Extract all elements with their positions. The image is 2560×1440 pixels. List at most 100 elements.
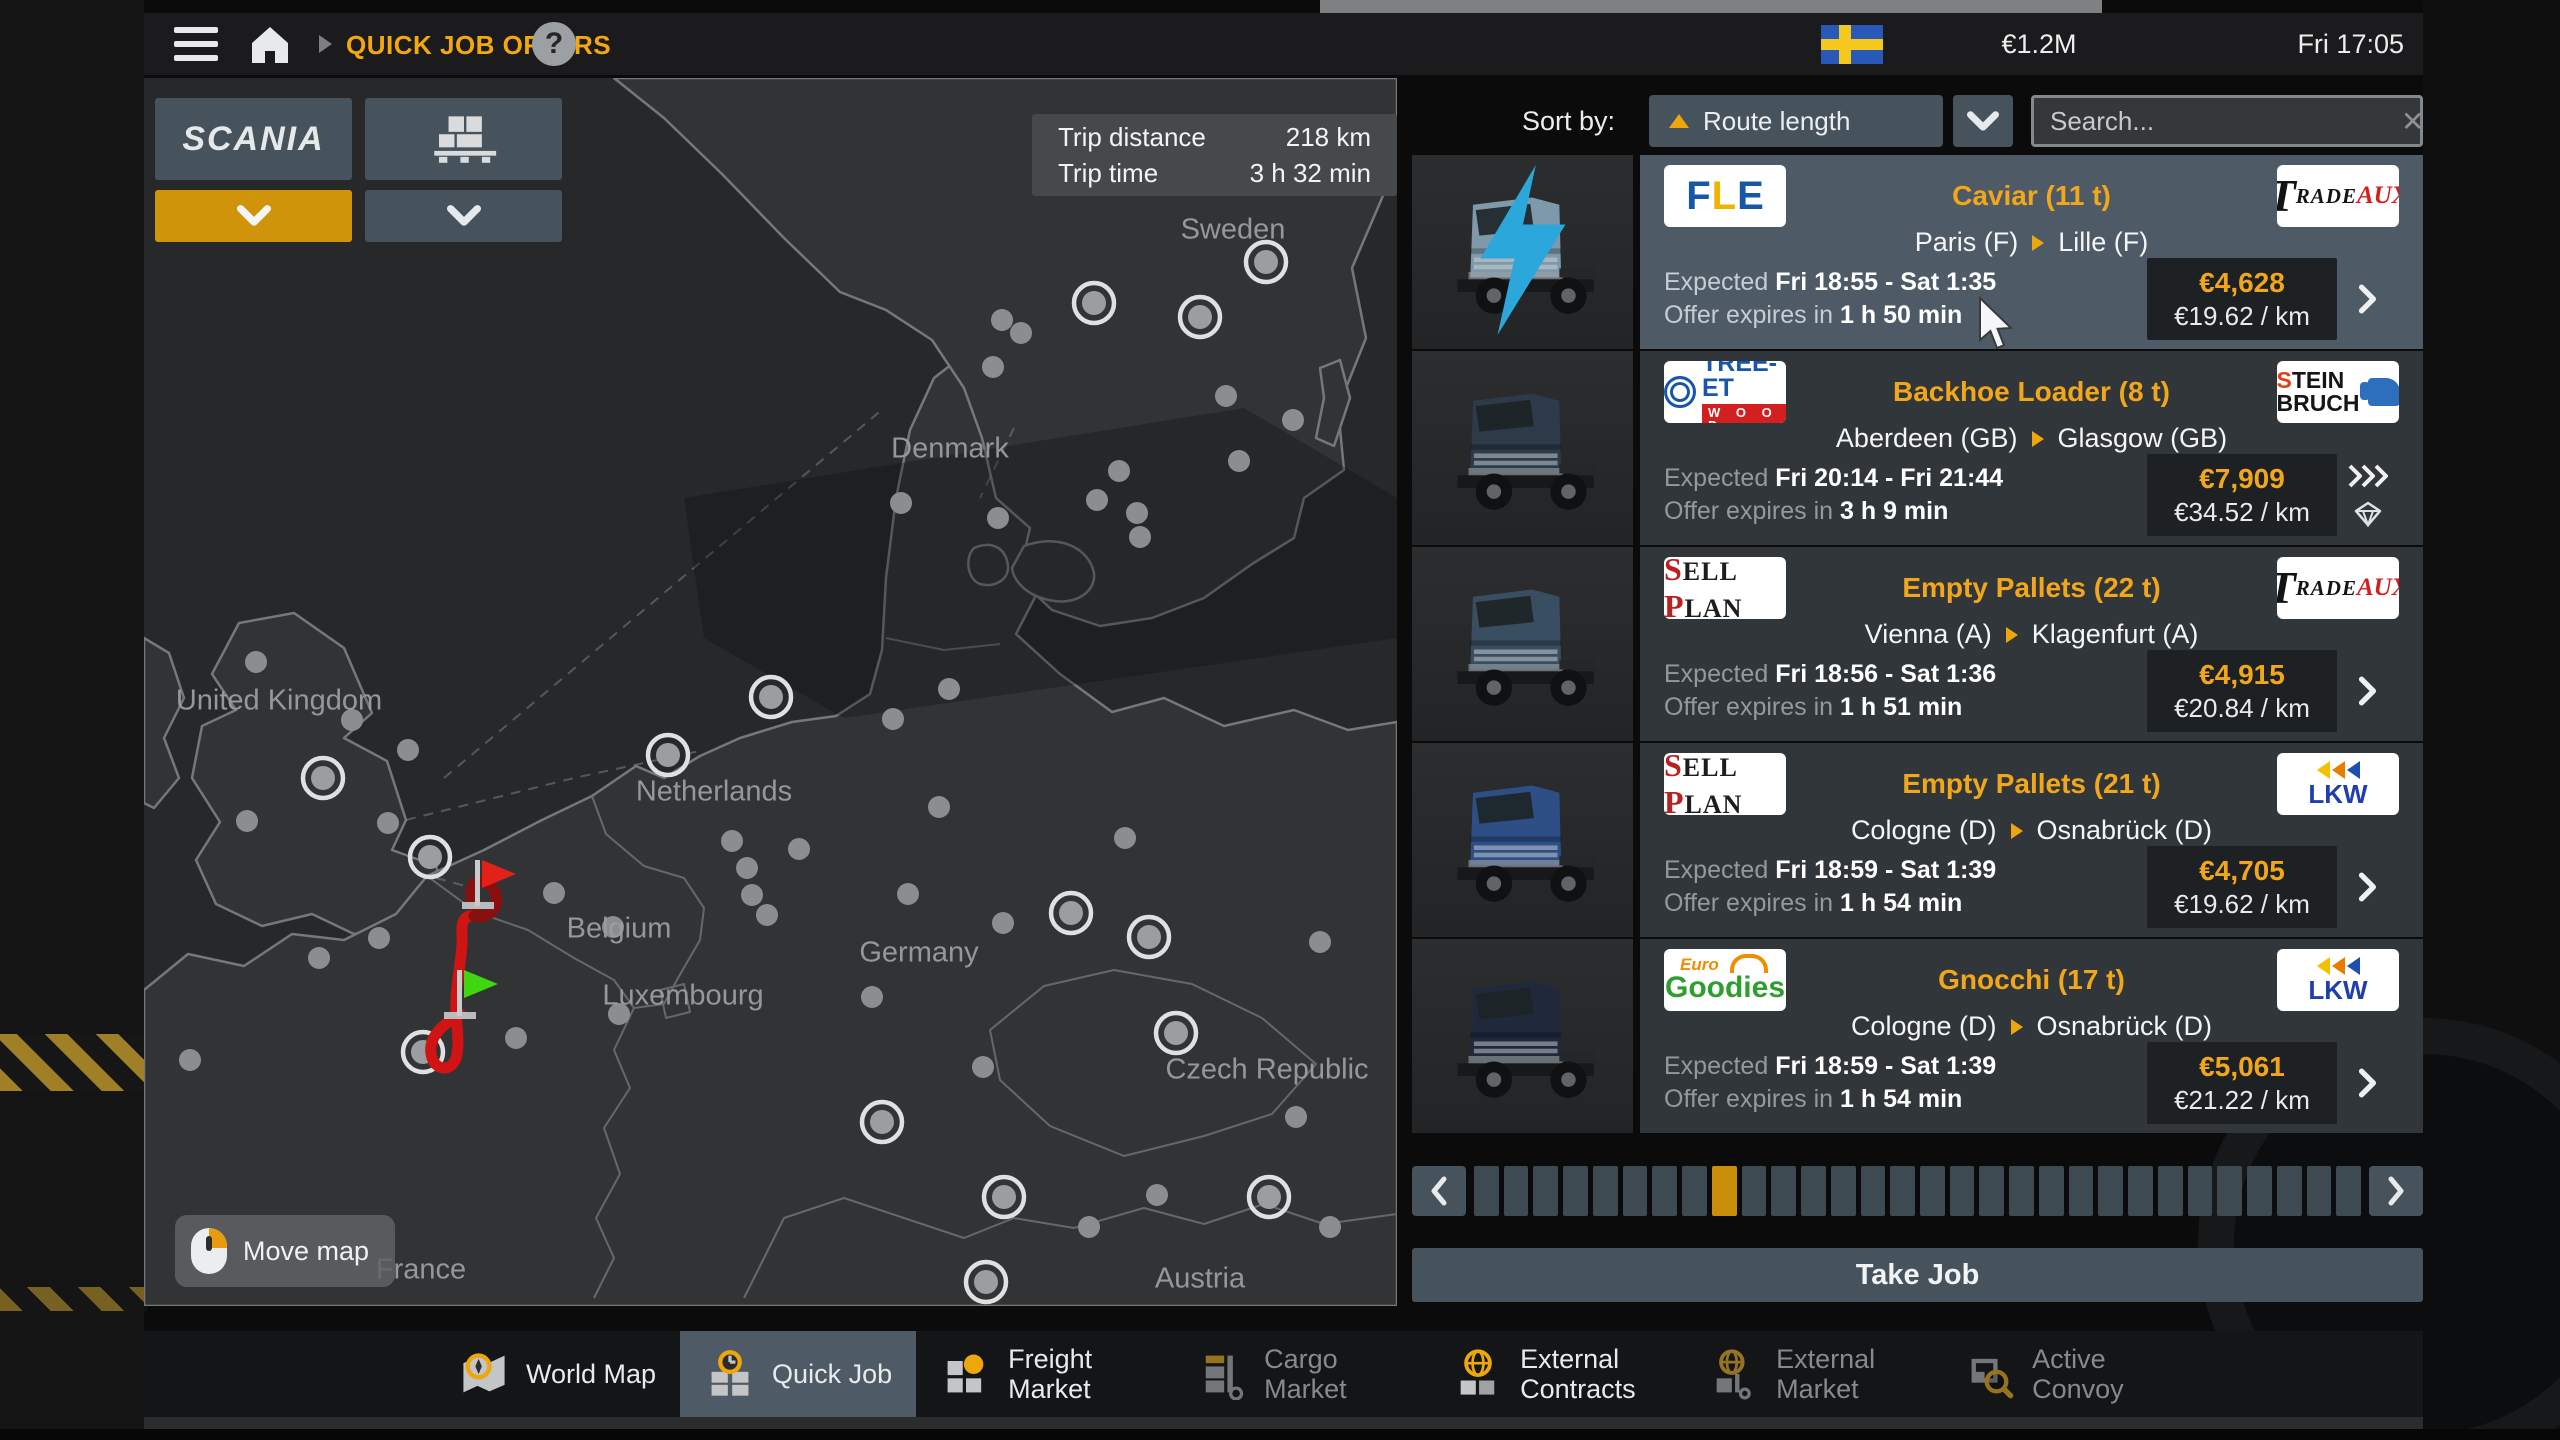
page-segment-active[interactable] xyxy=(1712,1166,1737,1216)
city-marker[interactable] xyxy=(656,743,680,767)
truck-dropdown-button[interactable] xyxy=(155,190,352,242)
page-segment[interactable] xyxy=(1861,1166,1886,1216)
city-marker[interactable] xyxy=(245,651,267,673)
city-marker[interactable] xyxy=(1078,1216,1100,1238)
job-offer-row[interactable]: SELL PLAN Empty Pallets (21 t) LKW Colog… xyxy=(1412,743,2423,937)
page-segment[interactable] xyxy=(1533,1166,1558,1216)
city-marker[interactable] xyxy=(1010,322,1032,344)
page-segment[interactable] xyxy=(1890,1166,1915,1216)
city-marker[interactable] xyxy=(991,309,1013,331)
city-marker[interactable] xyxy=(308,947,330,969)
city-marker[interactable] xyxy=(890,492,912,514)
city-marker[interactable] xyxy=(1164,1021,1188,1045)
page-segment[interactable] xyxy=(1979,1166,2004,1216)
offer-arrow-column[interactable] xyxy=(2337,463,2399,527)
page-segment[interactable] xyxy=(1593,1166,1618,1216)
city-marker[interactable] xyxy=(1114,827,1136,849)
city-marker[interactable] xyxy=(1086,489,1108,511)
nav-tab-world-map[interactable]: World Map xyxy=(434,1331,680,1417)
nav-tab-external-market[interactable]: External Market xyxy=(1684,1331,1940,1417)
city-marker[interactable] xyxy=(870,1110,894,1134)
page-segment[interactable] xyxy=(2098,1166,2123,1216)
city-marker[interactable] xyxy=(1309,931,1331,953)
city-marker[interactable] xyxy=(736,857,758,879)
city-marker[interactable] xyxy=(972,1056,994,1078)
nav-tab-external-contracts[interactable]: External Contracts xyxy=(1428,1331,1684,1417)
sort-dropdown-chevron-button[interactable] xyxy=(1953,95,2013,147)
clear-search-icon[interactable]: ✕ xyxy=(2401,105,2424,138)
city-marker[interactable] xyxy=(505,1027,527,1049)
city-marker[interactable] xyxy=(236,810,258,832)
city-marker[interactable] xyxy=(1319,1216,1341,1238)
city-marker[interactable] xyxy=(721,830,743,852)
page-segment[interactable] xyxy=(2039,1166,2064,1216)
page-segment[interactable] xyxy=(2188,1166,2213,1216)
city-marker[interactable] xyxy=(1129,526,1151,548)
trailer-selector-button[interactable] xyxy=(365,98,562,180)
prev-page-button[interactable] xyxy=(1412,1166,1466,1216)
city-marker[interactable] xyxy=(759,685,783,709)
help-icon[interactable] xyxy=(532,22,576,66)
job-offer-row[interactable]: TREE-ETW O O D Backhoe Loader (8 t) STEI… xyxy=(1412,351,2423,545)
page-segment[interactable] xyxy=(1742,1166,1767,1216)
city-marker[interactable] xyxy=(1285,1106,1307,1128)
city-marker[interactable] xyxy=(1215,385,1237,407)
city-marker[interactable] xyxy=(1082,291,1106,315)
job-offer-row[interactable]: SELL PLAN Empty Pallets (22 t) TRADEAUX … xyxy=(1412,547,2423,741)
city-marker[interactable] xyxy=(368,927,390,949)
page-segment[interactable] xyxy=(2277,1166,2302,1216)
city-marker[interactable] xyxy=(861,986,883,1008)
city-marker[interactable] xyxy=(397,739,419,761)
offer-arrow-column[interactable] xyxy=(2337,676,2399,706)
truck-selector-button[interactable]: SCANIA xyxy=(155,98,352,180)
page-segment[interactable] xyxy=(1920,1166,1945,1216)
city-marker[interactable] xyxy=(1257,1185,1281,1209)
next-page-button[interactable] xyxy=(2369,1166,2423,1216)
city-marker[interactable] xyxy=(982,356,1004,378)
page-segment[interactable] xyxy=(1801,1166,1826,1216)
city-marker[interactable] xyxy=(1146,1184,1168,1206)
city-marker[interactable] xyxy=(992,912,1014,934)
city-marker[interactable] xyxy=(377,812,399,834)
page-segment[interactable] xyxy=(2247,1166,2272,1216)
city-marker[interactable] xyxy=(1126,502,1148,524)
city-marker[interactable] xyxy=(543,882,565,904)
city-marker[interactable] xyxy=(992,1185,1016,1209)
city-marker[interactable] xyxy=(311,766,335,790)
page-segment[interactable] xyxy=(1623,1166,1648,1216)
page-segment[interactable] xyxy=(1474,1166,1499,1216)
city-marker[interactable] xyxy=(1108,460,1130,482)
page-segment[interactable] xyxy=(2307,1166,2332,1216)
sort-dropdown[interactable]: Route length xyxy=(1649,95,1943,147)
city-marker[interactable] xyxy=(974,1270,998,1294)
nav-tab-active-convoy[interactable]: Active Convoy xyxy=(1940,1331,2196,1417)
city-marker[interactable] xyxy=(418,845,442,869)
page-segment[interactable] xyxy=(2217,1166,2242,1216)
page-segment[interactable] xyxy=(1831,1166,1856,1216)
job-offer-row[interactable]: FLE Caviar (11 t) TRADEAUX Paris (F) Lil… xyxy=(1412,155,2423,349)
page-segment[interactable] xyxy=(2128,1166,2153,1216)
trailer-dropdown-button[interactable] xyxy=(365,190,562,242)
page-segment[interactable] xyxy=(2158,1166,2183,1216)
city-marker[interactable] xyxy=(179,1049,201,1071)
city-marker[interactable] xyxy=(788,838,810,860)
nav-tab-cargo-market[interactable]: Cargo Market xyxy=(1172,1331,1428,1417)
offer-arrow-column[interactable] xyxy=(2337,284,2399,314)
city-marker[interactable] xyxy=(987,507,1009,529)
page-segment[interactable] xyxy=(1950,1166,1975,1216)
city-marker[interactable] xyxy=(1137,925,1161,949)
take-job-button[interactable]: Take Job xyxy=(1412,1248,2423,1302)
page-segment[interactable] xyxy=(1563,1166,1588,1216)
city-marker[interactable] xyxy=(1254,250,1278,274)
offer-arrow-column[interactable] xyxy=(2337,1068,2399,1098)
city-marker[interactable] xyxy=(1228,450,1250,472)
city-marker[interactable] xyxy=(928,796,950,818)
move-map-button[interactable]: Move map xyxy=(175,1215,395,1287)
page-segment[interactable] xyxy=(2009,1166,2034,1216)
city-marker[interactable] xyxy=(756,904,778,926)
city-marker[interactable] xyxy=(1059,901,1083,925)
city-marker[interactable] xyxy=(897,883,919,905)
city-marker[interactable] xyxy=(938,678,960,700)
job-offer-row[interactable]: EuroGoodies Gnocchi (17 t) LKW Cologne (… xyxy=(1412,939,2423,1133)
nav-tab-freight-market[interactable]: Freight Market xyxy=(916,1331,1172,1417)
